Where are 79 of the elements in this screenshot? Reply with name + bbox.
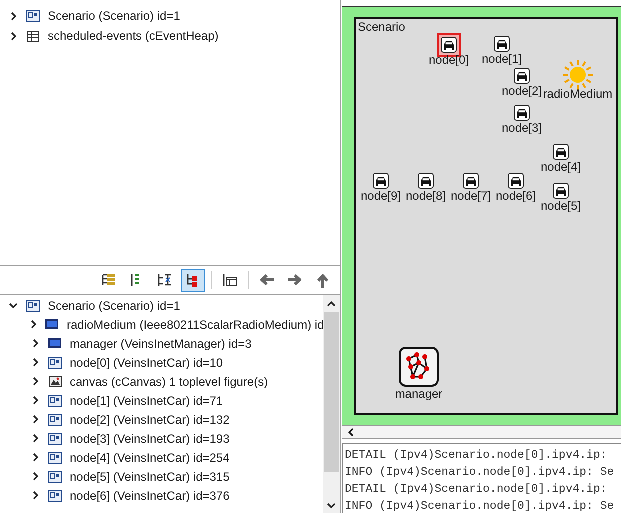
car-icon[interactable] xyxy=(508,173,524,189)
submodule-label: node[4] xyxy=(540,161,582,174)
car-icon[interactable] xyxy=(463,173,479,189)
submodule-label: node[5] xyxy=(540,200,582,213)
car-icon[interactable] xyxy=(373,173,389,189)
module-icon xyxy=(48,432,62,444)
scroll-down-icon[interactable] xyxy=(327,503,336,509)
tree-item[interactable]: Scenario (Scenario) id=1 xyxy=(48,298,180,314)
tree-view-icon xyxy=(101,272,117,288)
children-view-icon xyxy=(157,272,173,288)
submodule-label: node[7] xyxy=(450,190,492,203)
submodule-label: node[2] xyxy=(502,85,542,98)
collapsed-chevron-icon[interactable] xyxy=(32,434,38,443)
module-icon xyxy=(26,10,40,22)
tree-item[interactable]: node[2] (VeinsInetCar) id=132 xyxy=(70,412,230,428)
module-icon xyxy=(48,490,62,502)
collapsed-chevron-icon[interactable] xyxy=(32,358,38,367)
module-icon xyxy=(26,300,40,312)
details-view-icon xyxy=(222,272,238,288)
collapsed-chevron-icon[interactable] xyxy=(32,472,38,481)
selection-frame[interactable] xyxy=(437,33,461,57)
submodule-label: radioMedium xyxy=(543,88,613,101)
submodule-label: node[8] xyxy=(406,190,446,203)
collapsed-chevron-icon[interactable] xyxy=(32,415,38,424)
car-icon[interactable] xyxy=(553,183,569,199)
simple-module-icon xyxy=(45,319,59,330)
forward-arrow-icon xyxy=(287,272,303,288)
module-icon xyxy=(48,394,62,406)
log-line: INFO (Ipv4)Scenario.node[0].ipv4.ip: Se xyxy=(345,499,616,513)
collapsed-chevron-icon[interactable] xyxy=(31,320,37,329)
table-icon xyxy=(27,30,39,42)
car-icon[interactable] xyxy=(494,36,510,52)
horizontal-scrollbar[interactable] xyxy=(342,425,621,439)
tree-item[interactable]: node[3] (VeinsInetCar) id=193 xyxy=(70,430,230,446)
module-icon xyxy=(48,470,62,482)
collapsed-chevron-icon[interactable] xyxy=(10,12,16,20)
tree-item[interactable]: node[1] (VeinsInetCar) id=71 xyxy=(70,392,224,408)
car-icon[interactable] xyxy=(441,37,457,53)
scroll-left-icon[interactable] xyxy=(348,428,354,436)
up-arrow-icon xyxy=(315,272,331,288)
vertical-scrollbar[interactable] xyxy=(323,295,340,513)
submodule-label: manager xyxy=(395,388,443,401)
canvas-icon xyxy=(48,376,62,387)
module-icon xyxy=(48,452,62,464)
submodule-label: node[9] xyxy=(360,190,402,203)
submodule-label: node[6] xyxy=(496,190,536,203)
tree-item[interactable]: node[6] (VeinsInetCar) id=376 xyxy=(70,488,230,504)
log-line: DETAIL (Ipv4)Scenario.node[0].ipv4.ip: xyxy=(345,448,608,464)
submodule-label: node[1] xyxy=(482,53,522,66)
tree-item[interactable]: Scenario (Scenario) id=1 xyxy=(48,8,180,24)
collapsed-chevron-icon[interactable] xyxy=(32,377,38,386)
collapsed-chevron-icon[interactable] xyxy=(32,491,38,500)
collapsed-chevron-icon[interactable] xyxy=(32,453,38,462)
collapsed-chevron-icon[interactable] xyxy=(32,339,38,348)
tree-item[interactable]: manager (VeinsInetManager) id=3 xyxy=(70,336,252,352)
car-icon[interactable] xyxy=(553,144,569,160)
submodule-label: node[0] xyxy=(428,54,470,67)
toolbar-button[interactable] xyxy=(181,268,205,292)
car-icon[interactable] xyxy=(514,105,530,121)
canvas-title: Scenario xyxy=(358,20,406,34)
collapsed-chevron-icon[interactable] xyxy=(32,396,38,405)
submodule-label: node[3] xyxy=(502,122,542,135)
scroll-thumb[interactable] xyxy=(324,312,339,472)
tree-item[interactable]: node[5] (VeinsInetCar) id=315 xyxy=(70,468,230,484)
log-line: INFO (Ipv4)Scenario.node[0].ipv4.ip: Se xyxy=(345,465,616,481)
tree-item[interactable]: scheduled-events (cEventHeap) xyxy=(48,28,219,44)
scroll-up-icon[interactable] xyxy=(327,301,336,307)
tree-item[interactable]: node[0] (VeinsInetCar) id=10 xyxy=(70,354,224,370)
module-icon xyxy=(48,356,62,368)
tree-item[interactable]: node[4] (VeinsInetCar) id=254 xyxy=(70,450,230,466)
car-icon[interactable] xyxy=(514,68,530,84)
back-arrow-icon xyxy=(259,272,275,288)
collapsed-chevron-icon[interactable] xyxy=(10,32,16,40)
module-icon xyxy=(48,414,62,426)
car-icon[interactable] xyxy=(418,173,434,189)
log-line: DETAIL (Ipv4)Scenario.node[0].ipv4.ip: xyxy=(345,482,608,498)
simple-module-icon xyxy=(48,338,62,349)
tree-item[interactable]: canvas (cCanvas) 1 toplevel figure(s) xyxy=(70,374,268,390)
expanded-chevron-icon[interactable] xyxy=(9,302,18,308)
